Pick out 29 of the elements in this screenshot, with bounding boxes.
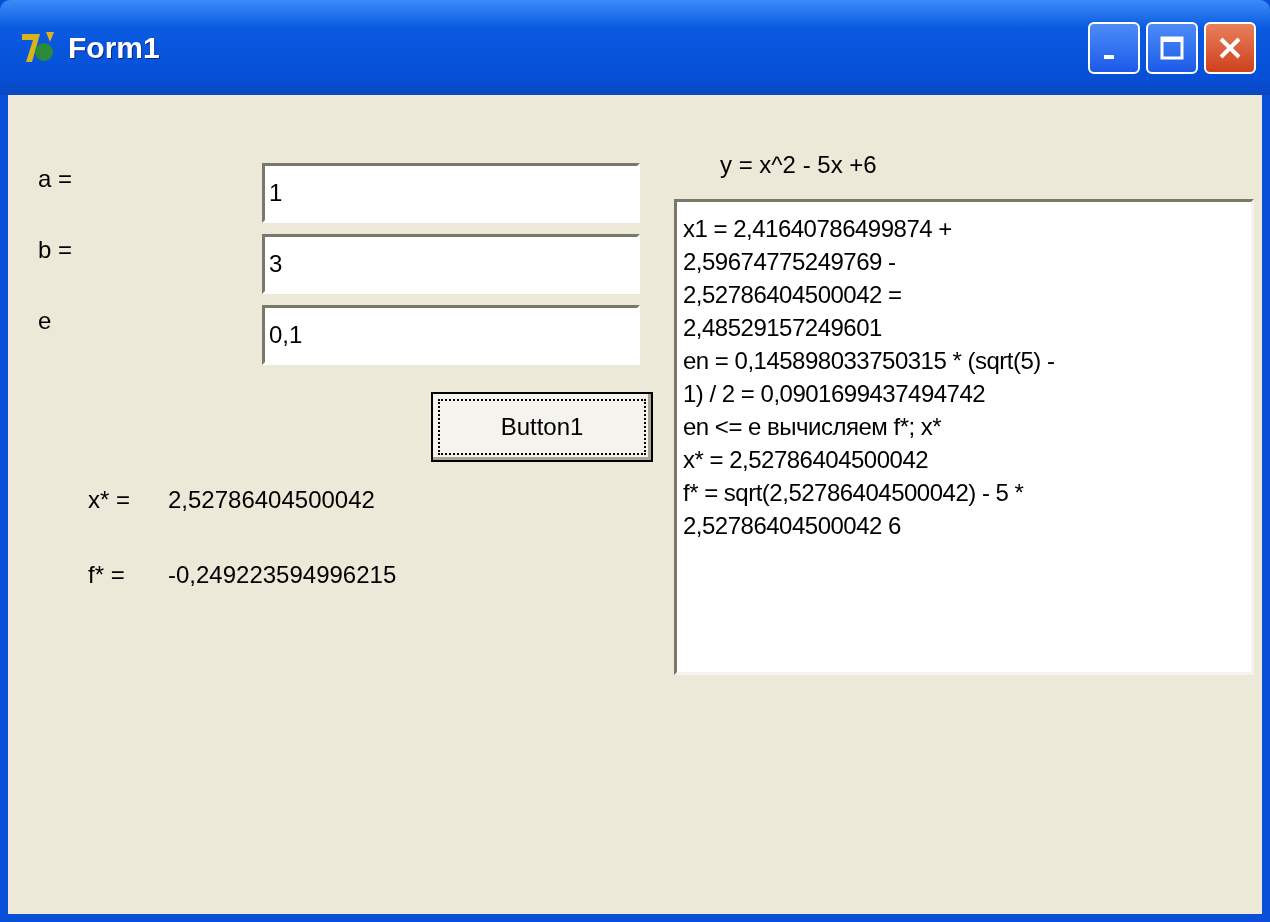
close-button[interactable] (1204, 21, 1256, 74)
field-label: e (38, 306, 53, 335)
maximize-button[interactable] (1146, 21, 1198, 74)
memo-line: 2,52786404500042 6 (683, 511, 902, 541)
input-field[interactable]: 3 (262, 233, 640, 294)
result-label: x* = (88, 485, 132, 514)
memo-line: en <= e вычисляем f*; x* (683, 412, 943, 442)
memo-line: en = 0,145898033750315 * (sqrt(5) - (683, 346, 1056, 376)
window-title: Form1 (68, 30, 160, 65)
memo-line: x1 = 2,41640786499874 + (683, 214, 953, 244)
result-value: -0,249223594996215 (168, 560, 397, 589)
action-button[interactable]: Button1 (431, 392, 653, 462)
minimize-icon (1104, 54, 1114, 59)
input-field[interactable]: 1 (262, 162, 640, 223)
memo-line: 2,52786404500042 = (683, 280, 903, 310)
memo-line: 1) / 2 = 0,0901699437494742 (683, 379, 987, 409)
input-field[interactable]: 0,1 (262, 304, 640, 365)
field-label: a = (38, 164, 74, 193)
output-memo[interactable] (674, 199, 1254, 675)
field-label: b = (38, 235, 74, 264)
memo-line: 2,48529157249601 (683, 313, 883, 343)
formula-label: y = x^2 - 5x +6 (719, 151, 878, 180)
result-label: f* = (88, 560, 126, 589)
memo-line: 2,59674775249769 - (683, 247, 897, 277)
memo-line: x* = 2,52786404500042 (683, 445, 930, 475)
maximize-icon (1159, 34, 1185, 61)
minimize-button[interactable] (1088, 21, 1140, 74)
memo-line: f* = sqrt(2,52786404500042) - 5 * (683, 478, 1025, 508)
result-value: 2,52786404500042 (168, 485, 375, 514)
